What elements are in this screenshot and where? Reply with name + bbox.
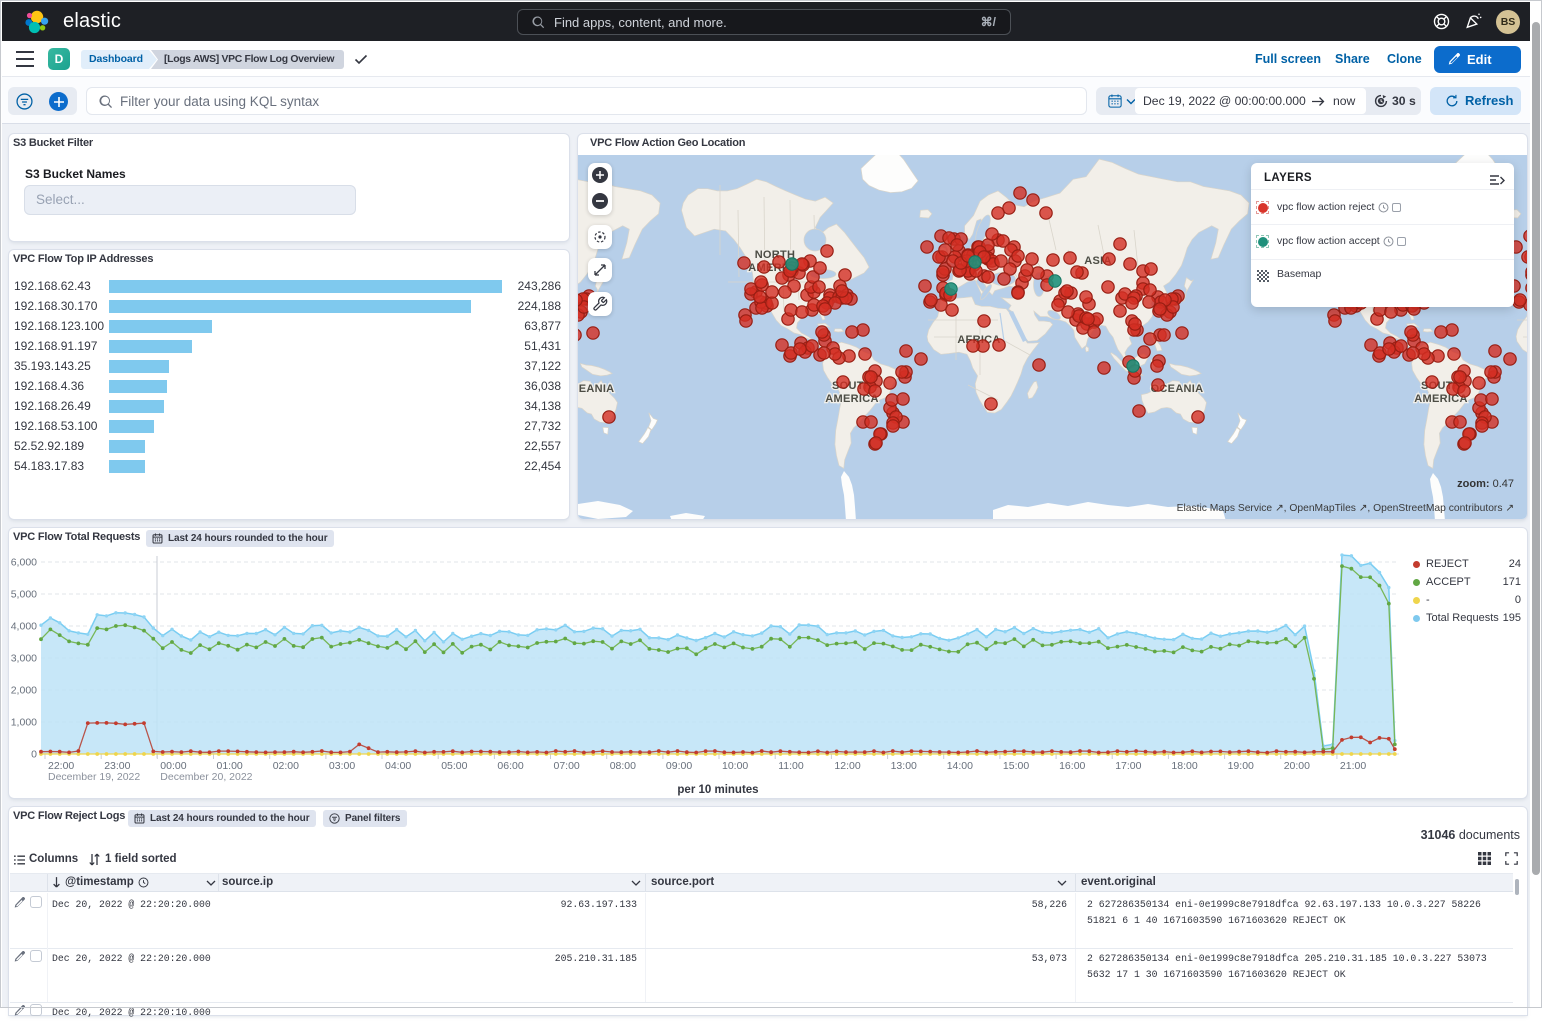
svg-text:03:00: 03:00: [329, 760, 355, 772]
svg-text:3,000: 3,000: [11, 653, 37, 665]
svg-text:08:00: 08:00: [610, 760, 636, 772]
svg-text:18:00: 18:00: [1171, 760, 1197, 772]
svg-text:OCEANIA: OCEANIA: [578, 383, 614, 395]
svg-text:10:00: 10:00: [722, 760, 748, 772]
svg-text:6,000: 6,000: [11, 557, 37, 569]
svg-text:December 19, 2022: December 19, 2022: [48, 771, 140, 783]
svg-text:16:00: 16:00: [1059, 760, 1085, 772]
svg-text:21:00: 21:00: [1340, 760, 1366, 772]
svg-text:12:00: 12:00: [834, 760, 860, 772]
svg-text:02:00: 02:00: [273, 760, 299, 772]
svg-text:11:00: 11:00: [778, 760, 804, 772]
svg-text:06:00: 06:00: [497, 760, 523, 772]
svg-text:zoom: 0.47: zoom: 0.47: [1457, 478, 1514, 490]
svg-text:Elastic Maps Service ↗, OpenMa: Elastic Maps Service ↗, OpenMapTiles ↗, …: [1177, 503, 1514, 514]
svg-text:December 20, 2022: December 20, 2022: [160, 771, 252, 783]
svg-text:per 10 minutes: per 10 minutes: [677, 784, 758, 796]
svg-text:4,000: 4,000: [11, 621, 37, 633]
svg-text:14:00: 14:00: [947, 760, 973, 772]
svg-text:07:00: 07:00: [554, 760, 580, 772]
svg-text:20:00: 20:00: [1284, 760, 1310, 772]
svg-text:13:00: 13:00: [891, 760, 917, 772]
svg-text:2,000: 2,000: [11, 685, 37, 697]
svg-text:17:00: 17:00: [1115, 760, 1141, 772]
svg-text:15:00: 15:00: [1003, 760, 1029, 772]
svg-text:5,000: 5,000: [11, 589, 37, 601]
svg-text:04:00: 04:00: [385, 760, 411, 772]
svg-text:05:00: 05:00: [441, 760, 467, 772]
svg-text:19:00: 19:00: [1228, 760, 1254, 772]
svg-text:0: 0: [31, 749, 37, 761]
svg-text:1,000: 1,000: [11, 717, 37, 729]
svg-text:09:00: 09:00: [666, 760, 692, 772]
